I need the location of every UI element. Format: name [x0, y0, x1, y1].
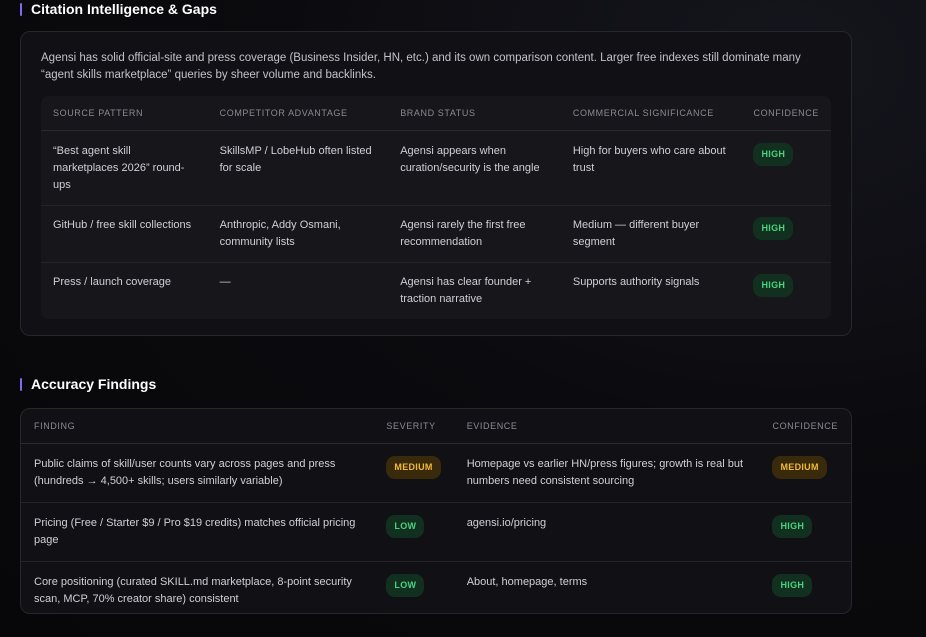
confidence-badge: HIGH [753, 143, 794, 166]
table-row: Pricing (Free / Starter $9 / Pro $19 cre… [21, 502, 851, 562]
evidence-cell: Homepage vs earlier HN/press figures; gr… [453, 443, 760, 503]
col-evidence: EVIDENCE [453, 409, 760, 444]
section-accent-bar [20, 377, 22, 391]
confidence-cell: HIGH [741, 130, 831, 206]
citation-table: SOURCE PATTERN COMPETITOR ADVANTAGE BRAN… [41, 96, 831, 319]
source-pattern-cell: GitHub / free skill collections [41, 205, 208, 263]
evidence-cell: agensi.io/pricing [453, 502, 760, 562]
confidence-badge: HIGH [753, 217, 794, 240]
brand-status-cell: Agensi rarely the first free recommendat… [388, 205, 561, 263]
confidence-badge: HIGH [772, 574, 813, 597]
confidence-badge: HIGH [753, 274, 794, 297]
col-confidence: CONFIDENCE [741, 96, 831, 131]
citation-table-wrapper: SOURCE PATTERN COMPETITOR ADVANTAGE BRAN… [41, 96, 831, 319]
col-brand-status: BRAND STATUS [388, 96, 561, 131]
commercial-cell: Supports authority signals [572, 276, 700, 288]
confidence-cell: MEDIUM [759, 443, 851, 503]
finding-cell: Pricing (Free / Starter $9 / Pro $19 cre… [21, 502, 374, 562]
citation-intro: Agensi has solid official-site and press… [41, 52, 801, 81]
commercial-cell: High for buyers who care about trust [560, 130, 742, 206]
accuracy-table-header: FINDING SEVERITY EVIDENCE CONFIDENCE [21, 409, 851, 444]
citation-title-text: Citation Intelligence & Gaps [31, 1, 217, 17]
citation-section-title: Citation Intelligence & Gaps [20, 1, 217, 17]
severity-badge: MEDIUM [386, 456, 441, 479]
severity-cell: LOW [373, 562, 453, 621]
confidence-cell: HIGH [759, 502, 851, 562]
evidence-cell: About, homepage, terms [466, 576, 588, 588]
confidence-cell: HIGH [741, 263, 831, 320]
finding-cell: Core positioning (curated SKILL.md marke… [34, 576, 352, 605]
brand-status-cell: Agensi has clear founder + traction narr… [400, 276, 532, 305]
competitor-cell: Anthropic, Addy Osmani, community lists [207, 205, 389, 263]
col-source-pattern: SOURCE PATTERN [41, 96, 208, 131]
table-row: Press / launch coverage — Agensi has cle… [41, 263, 831, 320]
severity-cell: LOW [373, 502, 454, 562]
accuracy-card: FINDING SEVERITY EVIDENCE CONFIDENCE Pub… [20, 408, 852, 614]
competitor-cell: — [219, 276, 231, 288]
accuracy-title-text: Accuracy Findings [31, 376, 157, 392]
confidence-cell: HIGH [741, 205, 831, 263]
finding-cell: Public claims of skill/user counts vary … [21, 443, 374, 503]
col-confidence: CONFIDENCE [759, 409, 851, 444]
section-accent-bar [20, 2, 22, 16]
confidence-badge: HIGH [772, 515, 813, 538]
table-row: Public claims of skill/user counts vary … [21, 443, 851, 503]
accuracy-section-title: Accuracy Findings [20, 376, 156, 392]
table-row: GitHub / free skill collections Anthropi… [41, 205, 831, 263]
col-finding: FINDING [21, 409, 374, 444]
col-competitor-advantage: COMPETITOR ADVANTAGE [207, 96, 389, 131]
confidence-badge: MEDIUM [772, 456, 827, 479]
severity-cell: MEDIUM [373, 443, 454, 503]
source-pattern-cell: “Best agent skill marketplaces 2026” rou… [41, 130, 208, 206]
col-severity: SEVERITY [373, 409, 454, 444]
commercial-cell: Medium — different buyer segment [560, 205, 742, 263]
citation-table-header: SOURCE PATTERN COMPETITOR ADVANTAGE BRAN… [41, 96, 831, 131]
table-row: “Best agent skill marketplaces 2026” rou… [41, 130, 831, 206]
source-pattern-cell: Press / launch coverage [53, 276, 172, 288]
severity-badge: LOW [386, 574, 425, 597]
citation-card: Agensi has solid official-site and press… [20, 31, 852, 336]
confidence-cell: HIGH [759, 562, 851, 621]
competitor-cell: SkillsMP / LobeHub often listed for scal… [207, 130, 389, 206]
brand-status-cell: Agensi appears when curation/security is… [388, 130, 561, 206]
table-row: Core positioning (curated SKILL.md marke… [21, 562, 851, 621]
accuracy-table: FINDING SEVERITY EVIDENCE CONFIDENCE Pub… [21, 409, 851, 620]
col-commercial-significance: COMMERCIAL SIGNIFICANCE [560, 96, 742, 131]
severity-badge: LOW [386, 515, 425, 538]
